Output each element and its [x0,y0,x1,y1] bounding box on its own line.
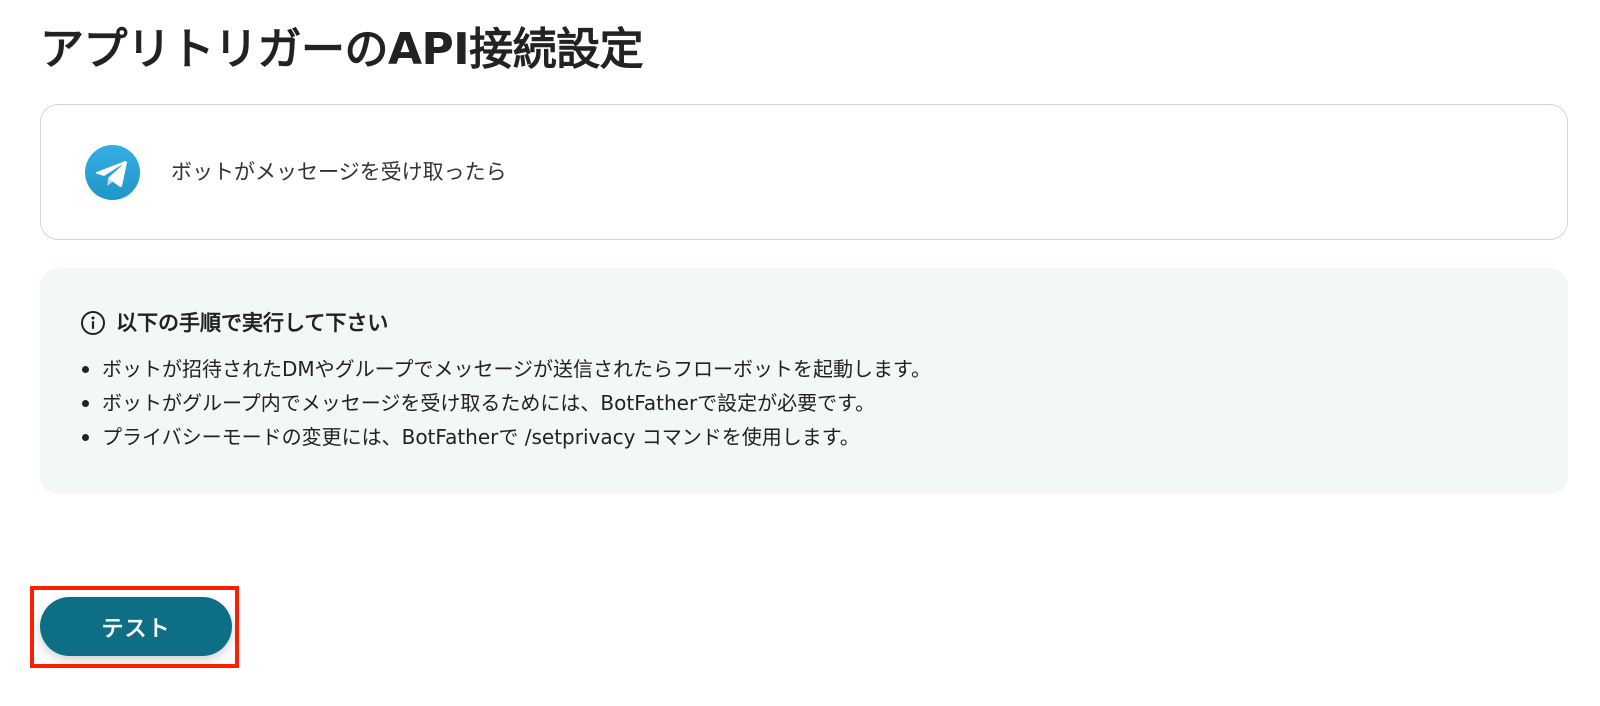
instructions-title: 以下の手順で実行して下さい [116,311,389,335]
instructions-header: 以下の手順で実行して下さい [80,308,388,338]
list-item-text: プライバシーモードの変更には、BotFatherで /setprivacy コマ… [102,425,860,449]
trigger-card[interactable]: ボットがメッセージを受け取ったら [40,104,1568,240]
page-title: アプリトリガーのAPI接続設定 [40,24,644,75]
instructions-panel: 以下の手順で実行して下さい ボットが招待されたDMやグループでメッセージが送信さ… [40,268,1568,494]
trigger-label: ボットがメッセージを受け取ったら [171,160,507,184]
list-item-text: ボットがグループ内でメッセージを受け取るためには、BotFatherで設定が必要… [102,391,876,415]
telegram-icon [85,145,140,200]
test-button[interactable]: テスト [40,597,232,656]
bullet-icon [82,400,89,407]
list-item: プライバシーモードの変更には、BotFatherで /setprivacy コマ… [80,420,931,454]
bullet-icon [82,366,89,373]
list-item-text: ボットが招待されたDMやグループでメッセージが送信されたらフローボットを起動しま… [102,357,932,381]
list-item: ボットがグループ内でメッセージを受け取るためには、BotFatherで設定が必要… [80,386,931,420]
list-item: ボットが招待されたDMやグループでメッセージが送信されたらフローボットを起動しま… [80,352,931,386]
bullet-icon [82,434,89,441]
info-circle-icon [80,310,106,336]
instructions-list: ボットが招待されたDMやグループでメッセージが送信されたらフローボットを起動しま… [80,352,931,454]
